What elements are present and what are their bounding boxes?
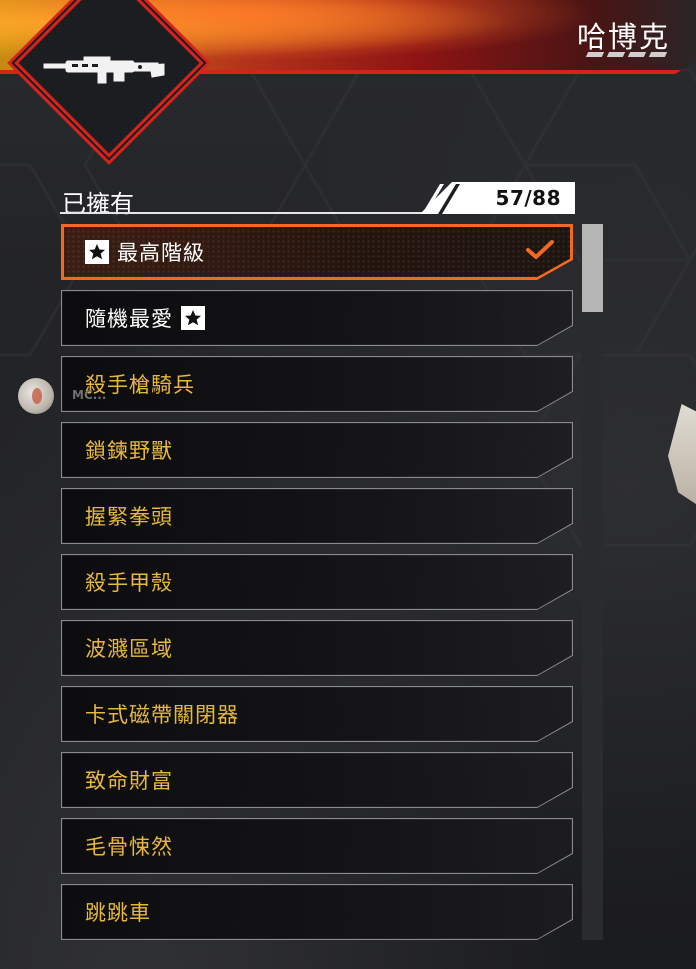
skin-item[interactable]: 隨機最愛 <box>61 290 573 346</box>
name-dashes-decoration <box>585 52 668 57</box>
scrollbar-thumb[interactable] <box>582 224 603 312</box>
skin-name: 隨機最愛 <box>85 307 173 331</box>
skin-item-label-row: 跳跳車 <box>85 897 151 927</box>
star-badge-icon <box>181 306 205 330</box>
skin-name: 毛骨悚然 <box>85 835 173 859</box>
scrollbar-track[interactable] <box>582 224 603 940</box>
skin-name: 握緊拳頭 <box>85 505 173 529</box>
skin-item-label-row: 最高階級 <box>85 237 205 267</box>
skin-item[interactable]: 波濺區域 <box>61 620 573 676</box>
skin-name: 鎖鍊野獸 <box>85 439 173 463</box>
checkmark-icon <box>526 240 554 259</box>
avatar-name: MC... <box>72 388 107 402</box>
skin-item[interactable]: 殺手槍騎兵 <box>61 356 573 412</box>
skin-item-label-row: 卡式磁帶關閉器 <box>85 699 239 729</box>
star-badge-icon <box>85 240 109 264</box>
owned-count-badge: 57/88 <box>420 182 575 214</box>
skin-name: 殺手甲殼 <box>85 571 173 595</box>
skin-name: 波濺區域 <box>85 637 173 661</box>
skin-item-label-row: 致命財富 <box>85 765 173 795</box>
skin-item-label-row: 波濺區域 <box>85 633 173 663</box>
skin-item-label-row: 隨機最愛 <box>85 303 205 333</box>
skin-item[interactable]: 殺手甲殼 <box>61 554 573 610</box>
skin-name: 卡式磁帶關閉器 <box>85 703 239 727</box>
skin-item[interactable]: 鎖鍊野獸 <box>61 422 573 478</box>
skin-item-label-row: 鎖鍊野獸 <box>85 435 173 465</box>
character-name: 哈博克 <box>576 20 670 54</box>
skin-name: 致命財富 <box>85 769 173 793</box>
skin-item[interactable]: 最高階級 <box>61 224 573 280</box>
owned-count: 57/88 <box>495 186 561 210</box>
skin-item[interactable]: 毛骨悚然 <box>61 818 573 874</box>
skin-item[interactable]: 握緊拳頭 <box>61 488 573 544</box>
avatar <box>18 378 54 414</box>
skin-item-label-row: 殺手甲殼 <box>85 567 173 597</box>
skin-item-label-row: 握緊拳頭 <box>85 501 173 531</box>
skin-name: 跳跳車 <box>85 901 151 925</box>
skin-item[interactable]: 卡式磁帶關閉器 <box>61 686 573 742</box>
skin-item-label-row: 毛骨悚然 <box>85 831 173 861</box>
title-underline <box>60 212 460 214</box>
skin-item[interactable]: 跳跳車 <box>61 884 573 940</box>
skin-name: 最高階級 <box>117 241 205 265</box>
weapon-icon <box>43 56 165 84</box>
skin-item[interactable]: 致命財富 <box>61 752 573 808</box>
